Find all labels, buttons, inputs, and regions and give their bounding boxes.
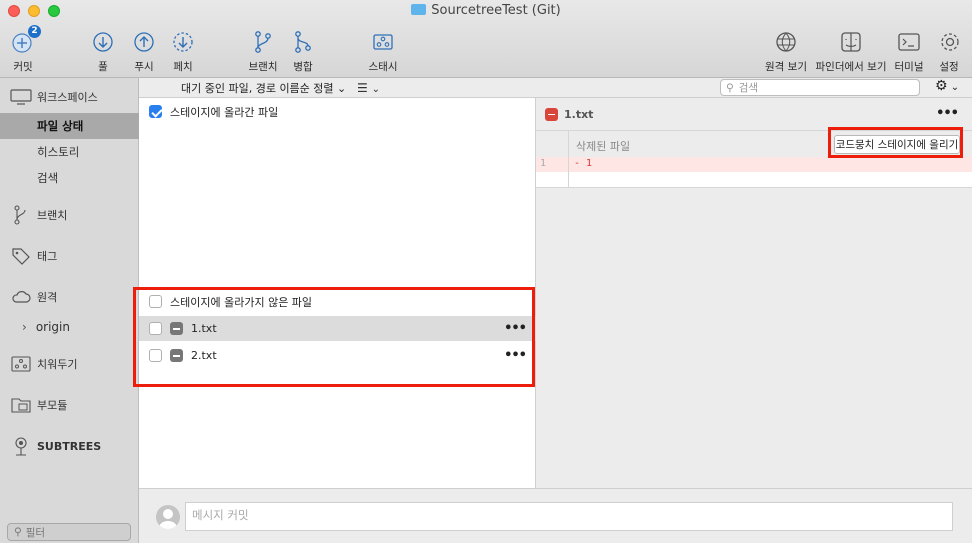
cloud-icon [10,287,32,307]
stash-icon [369,28,397,56]
sidebar-subtrees-header[interactable]: SUBTREES [0,433,139,459]
sidebar-item-origin[interactable]: › origin [0,314,139,340]
sidebar-submodules-header[interactable]: 부모듈 [0,392,139,418]
search-icon: ⚲ [726,81,734,94]
show-in-finder-button[interactable]: 파인더에서 보기 [813,28,889,74]
monitor-icon [10,87,32,107]
chevron-right-icon: › [22,320,27,334]
fetch-button[interactable]: 페치 [169,28,197,74]
merge-icon [289,28,317,56]
sidebar-tags-header[interactable]: 태그 [0,243,139,269]
folder-icon [411,4,427,15]
commit-icon: 2 [9,25,41,56]
action-gear-menu[interactable]: ⚙ ⌄ [935,78,959,94]
sidebar-stashes-header[interactable]: 치워두기 [0,351,139,377]
sidebar-remotes-header[interactable]: 원격 [0,284,139,310]
sidebar-filter-input[interactable]: ⚲ 필터 [7,523,131,541]
commit-button[interactable]: 2 커밋 [9,25,41,74]
terminal-icon [895,28,923,56]
gear-icon: ⚙ [935,78,948,94]
highlight-box-unstaged [133,287,535,387]
highlight-box-stage-hunk [828,127,963,158]
folder-icon [10,395,32,415]
file-deleted-icon [545,107,558,121]
sidebar-workspace-header: 워크스페이스 [0,84,139,110]
commit-area: 메시지 커밋 [139,488,972,543]
sidebar-branches-header[interactable]: 브랜치 [0,202,139,228]
chevron-down-icon: ⌄ [337,82,347,95]
pull-button[interactable]: 풀 [89,28,117,74]
sidebar: 워크스페이스 파일 상태 히스토리 검색 브랜치 태그 원격 › origin … [0,78,139,543]
branch-icon [249,28,277,56]
avatar [156,505,180,529]
fetch-icon [169,28,197,56]
sidebar-item-history[interactable]: 히스토리 [0,139,139,165]
remote-view-button[interactable]: 원격 보기 [763,28,809,74]
sidebar-item-search[interactable]: 검색 [0,165,139,191]
list-icon: ☰ [357,81,368,95]
diff-gutter [536,130,569,188]
window-toolbar: SourcetreeTest (Git) 2 커밋 풀 푸시 페치 브랜치 병합… [0,0,972,78]
globe-icon [772,28,800,56]
push-icon [130,28,158,56]
commit-badge: 2 [28,25,41,38]
settings-button[interactable]: 설정 [936,28,962,74]
diff-file-header: 1.txt [536,98,972,130]
gear-icon [936,28,964,56]
chevron-down-icon: ⌄ [947,82,960,93]
search-icon: ⚲ [14,526,22,538]
stash-icon [10,354,32,374]
branch-icon [10,205,32,225]
search-input[interactable]: ⚲ 검색 [720,79,920,96]
subtree-icon [10,436,32,456]
sidebar-item-file-status[interactable]: 파일 상태 [0,113,139,139]
push-button[interactable]: 푸시 [130,28,158,74]
chevron-down-icon: ⌄ [371,84,380,95]
diff-line: 1 - 1 [536,157,972,172]
staged-files-header[interactable]: 스테이지에 올라간 파일 [139,99,536,124]
pull-icon [89,28,117,56]
staged-select-all-checkbox[interactable] [149,105,162,118]
branch-button[interactable]: 브랜치 [245,28,281,74]
terminal-button[interactable]: 터미널 [893,28,925,74]
stash-button[interactable]: 스태시 [365,28,401,74]
file-list-options-bar: 대기 중인 파일, 경로 이름순 정렬 ⌄ ☰ ⌄ ⚲ 검색 ⚙ ⌄ [139,78,972,98]
window-title: SourcetreeTest (Git) [0,3,972,18]
more-options-icon[interactable]: ••• [936,106,959,121]
view-mode-dropdown[interactable]: ☰ ⌄ [357,81,380,95]
tag-icon [10,246,32,266]
commit-message-input[interactable]: 메시지 커밋 [185,502,953,531]
sort-dropdown[interactable]: 대기 중인 파일, 경로 이름순 정렬 ⌄ [181,80,346,96]
finder-icon [837,28,865,56]
merge-button[interactable]: 병합 [289,28,317,74]
diff-line-empty [536,172,972,188]
